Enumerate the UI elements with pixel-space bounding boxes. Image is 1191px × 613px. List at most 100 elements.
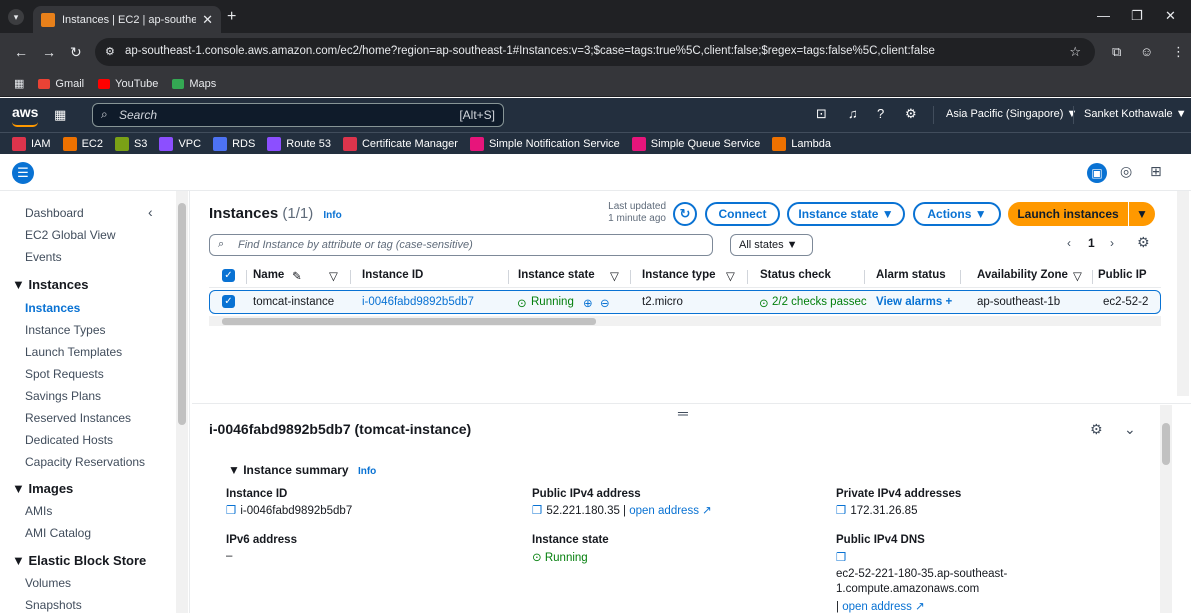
browser-tab[interactable]: Instances | EC2 | ap-southeast-1 ✕: [33, 6, 221, 33]
settings-gear-icon[interactable]: ⚙: [905, 106, 917, 122]
select-all-checkbox[interactable]: ✓: [222, 269, 235, 282]
url-text[interactable]: ap-southeast-1.console.aws.amazon.com/ec…: [125, 45, 935, 57]
favorite-s3[interactable]: S3: [114, 136, 147, 151]
states-filter-select[interactable]: All states ▼: [730, 234, 813, 256]
copy-icon[interactable]: ❐: [226, 505, 236, 517]
row-checkbox[interactable]: ✓: [222, 295, 235, 308]
bookmark-star-icon[interactable]: ☆: [1069, 44, 1081, 60]
bookmark-maps[interactable]: Maps: [172, 78, 216, 90]
col-alarm-status[interactable]: Alarm status: [876, 269, 946, 281]
open-address-link[interactable]: open address: [629, 505, 699, 517]
table-row[interactable]: ✓ tomcat-instance i-0046fabd9892b5db7 ⊙ …: [209, 290, 1161, 314]
reload-icon[interactable]: ↻: [70, 44, 82, 61]
new-tab-icon[interactable]: +: [227, 8, 236, 26]
notifications-bell-icon[interactable]: ♫: [848, 106, 858, 121]
zoom-in-icon[interactable]: ⊕: [583, 296, 593, 310]
sidebar-item-ec2-global-view[interactable]: EC2 Global View: [25, 228, 116, 242]
actions-button[interactable]: Actions ▼: [913, 202, 1001, 226]
aws-logo[interactable]: aws: [12, 104, 38, 127]
sidebar-item-dedicated-hosts[interactable]: Dedicated Hosts: [25, 433, 113, 447]
url-box[interactable]: ⚙ ap-southeast-1.console.aws.amazon.com/…: [95, 38, 1095, 66]
zoom-out-icon[interactable]: ⊖: [600, 296, 610, 310]
favorite-ec2[interactable]: EC2: [62, 136, 103, 151]
table-hscroll-thumb[interactable]: [222, 318, 596, 325]
back-icon[interactable]: ←: [14, 44, 28, 60]
split-panel-icon[interactable]: ⊞: [1150, 163, 1162, 180]
top-panel-scrollbar[interactable]: [1177, 191, 1189, 396]
col-instance-type[interactable]: Instance type: [642, 269, 716, 281]
aws-search-input[interactable]: ⌕ Search [Alt+S]: [92, 103, 504, 127]
launch-dropdown-icon[interactable]: ▼: [1129, 202, 1155, 226]
sidebar-item-amis[interactable]: AMIs: [25, 504, 52, 518]
side-nav-toggle-icon[interactable]: ☰: [12, 162, 34, 184]
view-alarms-link[interactable]: View alarms +: [876, 296, 952, 308]
sidebar-item-dashboard[interactable]: Dashboard: [25, 206, 84, 220]
external-link-icon[interactable]: ↗: [915, 601, 925, 613]
next-page-icon[interactable]: ›: [1110, 236, 1114, 250]
panel-toggle-icon[interactable]: ▣: [1087, 163, 1107, 183]
menu-kebab-icon[interactable]: ⋮: [1172, 44, 1185, 60]
sidebar-item-volumes[interactable]: Volumes: [25, 576, 71, 590]
tab-search-icon[interactable]: ▾: [8, 9, 24, 25]
collapse-details-icon[interactable]: ⌄: [1124, 421, 1136, 438]
favorite-simple-queue-service[interactable]: Simple Queue Service: [631, 136, 760, 151]
col-instance-state[interactable]: Instance state: [518, 269, 595, 281]
copy-icon[interactable]: ❐: [532, 505, 542, 517]
region-selector[interactable]: Asia Pacific (Singapore) ▼: [946, 108, 1077, 120]
col-public-ip[interactable]: Public IP: [1098, 269, 1147, 281]
copy-icon[interactable]: ❐: [836, 505, 846, 517]
sort-state-icon[interactable]: ▽: [610, 269, 619, 283]
collapse-sidebar-icon[interactable]: ‹: [148, 204, 153, 220]
cloudshell-icon[interactable]: ⊡: [816, 106, 827, 122]
account-menu[interactable]: Sanket Kothawale ▼: [1084, 108, 1187, 120]
instance-id-link[interactable]: i-0046fabd9892b5db7: [362, 296, 474, 308]
bookmark-youtube[interactable]: YouTube: [98, 78, 158, 90]
sort-az-icon[interactable]: ▽: [1073, 269, 1082, 283]
external-link-icon[interactable]: ↗: [702, 505, 712, 517]
prev-page-icon[interactable]: ‹: [1067, 236, 1071, 250]
site-info-icon[interactable]: ⚙: [105, 45, 115, 58]
bookmark-gmail[interactable]: Gmail: [38, 78, 84, 90]
details-scroll-thumb[interactable]: [1162, 423, 1170, 465]
sidebar-scroll-thumb[interactable]: [178, 203, 186, 425]
favorite-simple-notification-service[interactable]: Simple Notification Service: [469, 136, 620, 151]
page-number[interactable]: 1: [1088, 236, 1095, 250]
sidebar-item-savings-plans[interactable]: Savings Plans: [25, 389, 101, 403]
profile-icon[interactable]: ☺: [1140, 44, 1153, 59]
restore-icon[interactable]: ❐: [1131, 8, 1143, 24]
favorite-route-53[interactable]: Route 53: [267, 136, 331, 151]
copy-dns-icon[interactable]: ❐: [836, 550, 850, 564]
table-settings-icon[interactable]: ⚙: [1137, 234, 1150, 251]
sidebar-item-spot-requests[interactable]: Spot Requests: [25, 367, 104, 381]
details-settings-icon[interactable]: ⚙: [1090, 421, 1103, 438]
connect-button[interactable]: Connect: [705, 202, 780, 226]
col-status-check[interactable]: Status check: [760, 269, 831, 281]
favorite-lambda[interactable]: Lambda: [772, 136, 831, 151]
forward-icon[interactable]: →: [42, 44, 56, 60]
col-availability-zone[interactable]: Availability Zone: [977, 269, 1068, 281]
sort-name-icon[interactable]: ▽: [329, 269, 338, 283]
edit-name-icon[interactable]: ✎: [292, 269, 302, 283]
search-input[interactable]: ⌕ Find Instance by attribute or tag (cas…: [209, 234, 713, 256]
favorite-vpc[interactable]: VPC: [159, 136, 201, 151]
instance-state-button[interactable]: Instance state ▼: [787, 202, 905, 226]
feedback-icon[interactable]: ◎: [1120, 163, 1132, 180]
col-instance-id[interactable]: Instance ID: [362, 269, 423, 281]
sort-type-icon[interactable]: ▽: [726, 269, 735, 283]
services-grid-icon[interactable]: ▦: [54, 107, 66, 123]
favorite-rds[interactable]: RDS: [213, 136, 255, 151]
open-address-link[interactable]: open address: [842, 601, 912, 613]
help-icon[interactable]: ?: [877, 106, 884, 121]
instance-summary-header[interactable]: ▼ Instance summary Info: [228, 463, 376, 477]
sidebar-item-capacity-reservations[interactable]: Capacity Reservations: [25, 455, 145, 469]
drag-handle-icon[interactable]: ═: [678, 405, 688, 421]
split-panel-divider[interactable]: [192, 403, 1191, 407]
sidebar-item-launch-templates[interactable]: Launch Templates: [25, 345, 122, 359]
col-name[interactable]: Name: [253, 269, 284, 281]
sidebar-item-ami-catalog[interactable]: AMI Catalog: [25, 526, 91, 540]
favorite-certificate-manager[interactable]: Certificate Manager: [342, 136, 458, 151]
sidebar-section-images[interactable]: ▼ Images: [12, 481, 73, 496]
sidebar-item-reserved-instances[interactable]: Reserved Instances: [25, 411, 131, 425]
info-link[interactable]: Info: [323, 210, 341, 221]
sidebar-item-events[interactable]: Events: [25, 250, 62, 264]
